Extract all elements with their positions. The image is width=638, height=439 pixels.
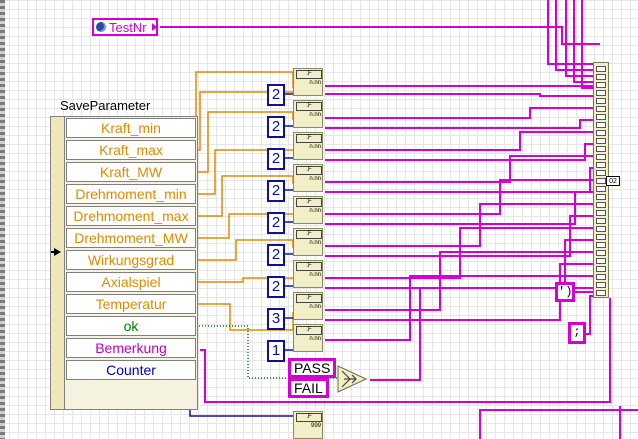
format-node[interactable]: .F n.nn (293, 68, 323, 96)
globe-icon (96, 22, 106, 32)
cluster-label: SaveParameter (60, 98, 151, 113)
format-node-label: n.nn (309, 272, 321, 278)
precision-constant[interactable]: 2 (267, 84, 285, 106)
format-node[interactable]: .F n.nn (293, 100, 323, 128)
format-node-label: n.nn (309, 144, 321, 150)
output-arrow-icon (152, 23, 157, 31)
format-node[interactable]: .F n.nn (293, 324, 323, 352)
field-drehmoment-min[interactable]: Drehmoment_min (66, 184, 196, 204)
precision-constant[interactable]: 2 (267, 148, 285, 170)
field-kraft-min[interactable]: Kraft_min (66, 118, 196, 138)
format-node[interactable]: .F n.nn (293, 196, 323, 224)
select-node (337, 365, 368, 393)
pass-string-constant[interactable]: PASS (288, 358, 337, 378)
precision-constant[interactable]: 2 (267, 212, 285, 234)
format-node-label: n.nn (309, 304, 321, 310)
format-node[interactable]: .F n.nn (293, 132, 323, 160)
format-node-label: n.nn (309, 208, 321, 214)
format-node-label: n.nn (309, 336, 321, 342)
format-node-label: n.nn (309, 240, 321, 246)
precision-constant[interactable]: 2 (267, 276, 285, 298)
format-node[interactable]: .F n.nn (293, 228, 323, 256)
format-node[interactable]: .F n.nn (293, 292, 323, 320)
field-kraft-max[interactable]: Kraft_max (66, 140, 196, 160)
field-ok[interactable]: ok (66, 316, 196, 336)
precision-constant[interactable]: 2 (267, 244, 285, 266)
field-counter[interactable]: Counter (66, 360, 196, 380)
field-temperatur[interactable]: Temperatur (66, 294, 196, 314)
format-node-label: n.nn (309, 176, 321, 182)
semicolon-constant[interactable]: ; (568, 322, 586, 344)
wire-testnr (160, 26, 600, 45)
precision-constant[interactable]: 2 (267, 180, 285, 202)
field-bemerkung[interactable]: Bemerkung (66, 338, 196, 358)
format-node[interactable]: .F n.nn (293, 164, 323, 192)
counter-format-label: 999 (310, 423, 321, 429)
counter-format-node[interactable]: .F 999 (293, 411, 323, 439)
field-wirkungsgrad[interactable]: Wirkungsgrad (66, 250, 196, 270)
field-kraft-mw[interactable]: Kraft_MW (66, 162, 196, 182)
format-node-label: n.nn (309, 80, 321, 86)
testnr-label: TestNr (109, 19, 147, 35)
field-axialspiel[interactable]: Axialspiel (66, 272, 196, 292)
cluster-input-bar (51, 117, 65, 409)
precision-constant[interactable]: 2 (267, 116, 285, 138)
field-drehmoment-mw[interactable]: Drehmoment_MW (66, 228, 196, 248)
fail-string-constant[interactable]: FAIL (288, 378, 329, 398)
concatenate-output-tag: 02 (606, 176, 620, 186)
precision-constant[interactable]: 3 (267, 308, 285, 330)
close-paren-constant[interactable]: ') (555, 282, 575, 302)
format-node-label: n.nn (309, 112, 321, 118)
field-drehmoment-max[interactable]: Drehmoment_max (66, 206, 196, 226)
input-arrow-icon (51, 248, 61, 256)
testnr-global-variable[interactable]: TestNr (92, 18, 158, 36)
precision-constant[interactable]: 1 (267, 340, 285, 362)
format-node[interactable]: .F n.nn (293, 260, 323, 288)
